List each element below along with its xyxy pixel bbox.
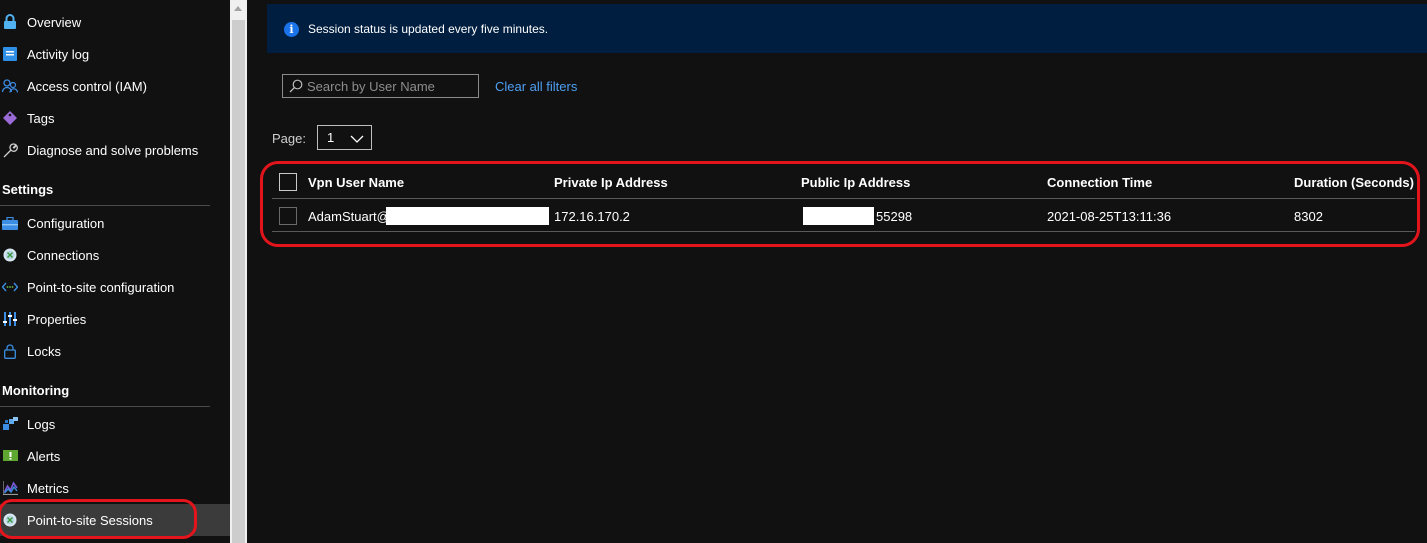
resource-menu-sidebar: Overview Activity log Access control (IA… — [0, 0, 230, 543]
cell-public-ip: 55298 — [876, 209, 913, 224]
connection-icon — [2, 512, 18, 528]
scrollbar-thumb[interactable] — [232, 20, 245, 543]
column-header-duration[interactable]: Duration (Seconds) — [1294, 175, 1414, 190]
nav-label: Logs — [27, 416, 56, 432]
nav-item-configuration[interactable]: Configuration — [0, 207, 230, 239]
lock-shield-icon — [2, 14, 18, 30]
search-box[interactable] — [282, 74, 479, 98]
cell-duration: 8302 — [1294, 209, 1323, 224]
main-content: i Session status is updated every five m… — [247, 0, 1427, 543]
page-select-value: 1 — [327, 130, 335, 145]
activity-log-icon — [2, 46, 18, 62]
search-input[interactable] — [307, 77, 475, 95]
redacted-block — [386, 207, 549, 225]
alert-icon — [2, 448, 18, 464]
nav-label: Connections — [27, 247, 100, 263]
info-banner: i Session status is updated every five m… — [267, 4, 1427, 53]
nav-label: Alerts — [27, 448, 61, 464]
nav-item-locks[interactable]: Locks — [0, 335, 230, 367]
code-arrows-icon — [2, 279, 18, 295]
column-header-vpn-user-name[interactable]: Vpn User Name — [308, 175, 404, 190]
nav-label: Point-to-site Sessions — [27, 512, 153, 528]
nav-item-overview[interactable]: Overview — [0, 6, 230, 38]
sliders-icon — [2, 311, 18, 327]
column-header-connection-time[interactable]: Connection Time — [1047, 175, 1152, 190]
section-header-monitoring: Monitoring — [2, 383, 70, 398]
nav-item-tags[interactable]: Tags — [0, 102, 230, 134]
nav-item-p2s-sessions[interactable]: Point-to-site Sessions — [0, 504, 230, 536]
column-header-public-ip[interactable]: Public Ip Address — [801, 175, 910, 190]
nav-label: Diagnose and solve problems — [27, 142, 199, 158]
header-divider — [272, 198, 1415, 199]
page-select[interactable]: 1 — [317, 125, 372, 150]
section-divider — [0, 406, 210, 407]
chevron-down-icon — [350, 132, 364, 143]
nav-item-access-control[interactable]: Access control (IAM) — [0, 70, 230, 102]
logs-icon — [2, 416, 18, 432]
nav-label: Overview — [27, 14, 82, 30]
info-icon: i — [284, 22, 299, 37]
clear-all-filters-link[interactable]: Clear all filters — [495, 79, 577, 94]
nav-label: Tags — [27, 110, 55, 126]
nav-label: Locks — [27, 343, 61, 359]
tag-icon — [2, 110, 18, 126]
nav-item-connections[interactable]: Connections — [0, 239, 230, 271]
cell-connection-time: 2021-08-25T13:11:36 — [1047, 209, 1172, 224]
scroll-up-arrow-icon[interactable] — [234, 6, 242, 11]
nav-item-p2s-configuration[interactable]: Point-to-site configuration — [0, 271, 230, 303]
cell-private-ip: 172.16.170.2 — [554, 209, 630, 224]
nav-label: Metrics — [27, 480, 69, 496]
nav-item-metrics[interactable]: Metrics — [0, 472, 230, 504]
toolbox-icon — [2, 215, 18, 231]
section-divider — [0, 205, 210, 206]
nav-item-activity-log[interactable]: Activity log — [0, 38, 230, 70]
nav-label: Configuration — [27, 215, 105, 231]
nav-item-diagnose[interactable]: Diagnose and solve problems — [0, 134, 230, 166]
wrench-icon — [2, 142, 18, 158]
nav-item-logs[interactable]: Logs — [0, 408, 230, 440]
lock-icon — [2, 343, 18, 359]
nav-label: Access control (IAM) — [27, 78, 147, 94]
search-icon — [289, 79, 303, 93]
select-all-checkbox[interactable] — [279, 173, 297, 191]
section-header-settings: Settings — [2, 182, 54, 197]
row-checkbox[interactable] — [279, 207, 297, 225]
nav-label: Activity log — [27, 46, 90, 62]
column-header-private-ip[interactable]: Private Ip Address — [554, 175, 668, 190]
page-label: Page: — [272, 131, 306, 146]
nav-label: Point-to-site configuration — [27, 279, 175, 295]
redacted-block — [803, 207, 874, 225]
info-banner-text: Session status is updated every five min… — [308, 22, 549, 36]
nav-item-properties[interactable]: Properties — [0, 303, 230, 335]
people-icon — [2, 78, 18, 94]
nav-item-alerts[interactable]: Alerts — [0, 440, 230, 472]
nav-label: Properties — [27, 311, 87, 327]
row-divider — [272, 231, 1415, 232]
cell-vpn-user: AdamStuart@ — [308, 209, 390, 224]
connection-icon — [2, 247, 18, 263]
metrics-icon — [2, 480, 18, 496]
